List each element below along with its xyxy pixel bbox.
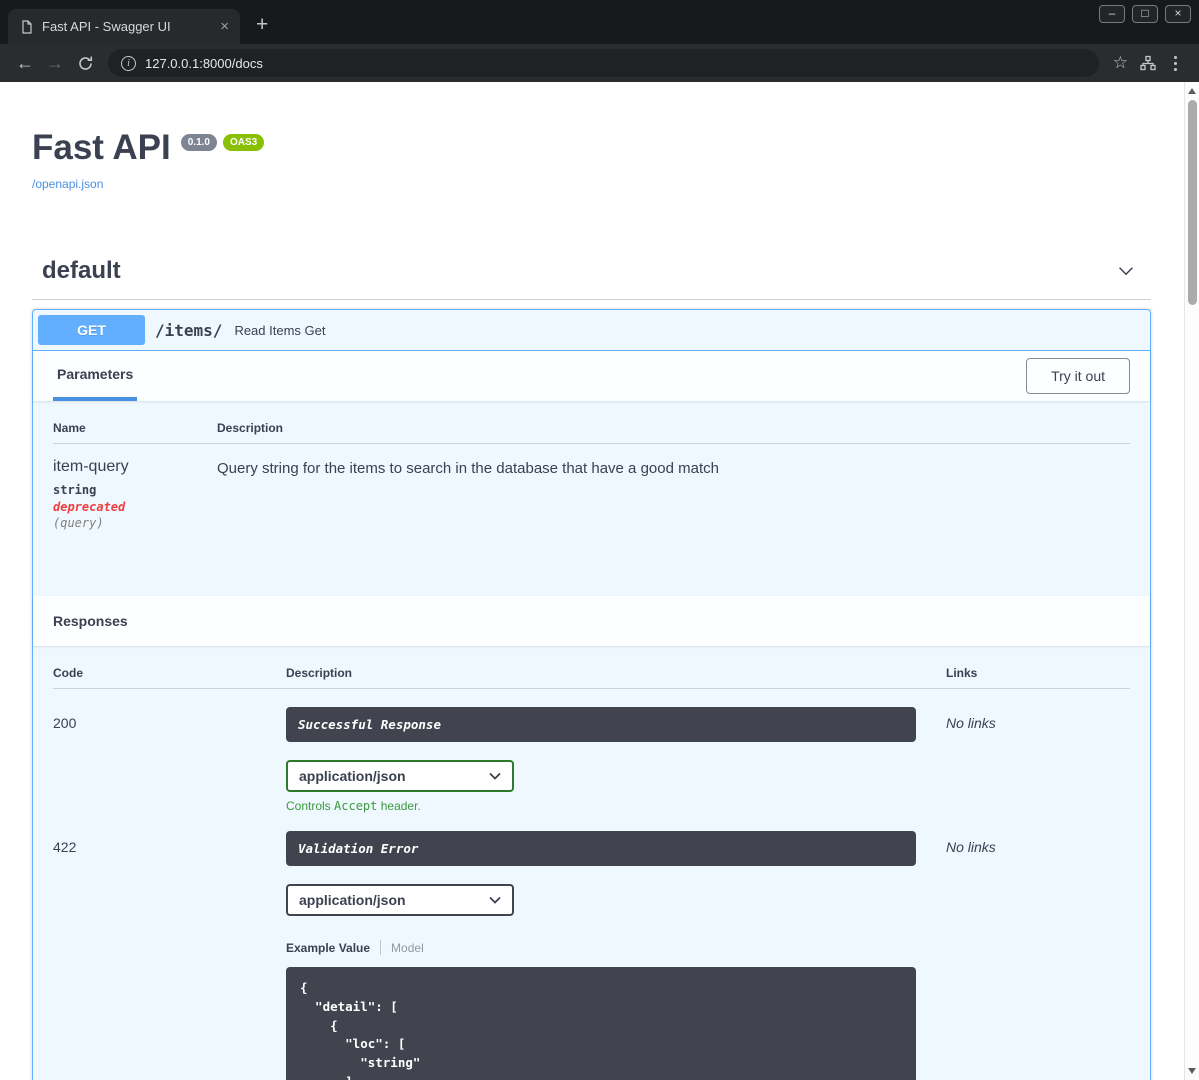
select-chevron-icon xyxy=(489,896,501,904)
page-content: Fast API 0.1.0 OAS3 /openapi.json defaul… xyxy=(0,82,1199,1080)
col-header-name: Name xyxy=(53,421,86,435)
response-description: Validation Error xyxy=(286,831,916,866)
try-it-out-button[interactable]: Try it out xyxy=(1026,358,1130,394)
parameter-name: item-query xyxy=(53,458,129,475)
accept-note-suffix: header. xyxy=(377,799,421,813)
response-code: 200 xyxy=(53,715,77,731)
response-description-cell: Successful Response application/json Con… xyxy=(286,707,946,813)
version-badge: 0.1.0 xyxy=(180,134,217,151)
api-title-text: Fast API xyxy=(32,128,171,167)
url-field[interactable]: i 127.0.0.1:8000/docs xyxy=(108,49,1099,77)
accept-header-note: Controls Accept header. xyxy=(286,799,946,813)
browser-menu-icon[interactable] xyxy=(1162,55,1189,71)
tab-model[interactable]: Model xyxy=(391,941,424,955)
media-type-select[interactable]: application/json xyxy=(286,884,514,916)
reload-icon[interactable] xyxy=(70,48,100,78)
scroll-up-arrow-icon[interactable] xyxy=(1188,88,1196,94)
operation-path: /items/ xyxy=(155,320,223,340)
parameter-meta: item-query string deprecated (query) xyxy=(53,458,217,530)
col-header-code: Code xyxy=(53,666,83,680)
response-row-422: 422 Validation Error application/json Ex… xyxy=(53,813,1130,1080)
info-section: Fast API 0.1.0 OAS3 /openapi.json xyxy=(32,128,1151,193)
maximize-button[interactable]: □ xyxy=(1132,5,1158,23)
openapi-spec-link[interactable]: /openapi.json xyxy=(32,177,103,191)
window-controls: – □ × xyxy=(1099,5,1191,23)
col-header-description: Description xyxy=(286,666,353,680)
page-document-icon xyxy=(20,19,34,34)
tab-parameters[interactable]: Parameters xyxy=(53,351,138,401)
accept-note-prefix: Controls xyxy=(286,799,335,813)
tab-close-icon[interactable]: × xyxy=(217,19,232,34)
response-code: 422 xyxy=(53,839,77,855)
accept-note-code: Accept xyxy=(334,799,378,813)
page-scrollbar[interactable] xyxy=(1184,82,1199,1080)
browser-chrome: Fast API - Swagger UI × + – □ × ← → i 12… xyxy=(0,0,1199,82)
media-type-select[interactable]: application/json xyxy=(286,760,514,792)
parameters-section-header: Parameters Try it out xyxy=(33,351,1150,401)
url-text: 127.0.0.1:8000/docs xyxy=(145,55,263,71)
response-links: No links xyxy=(946,715,996,731)
responses-table: Code Description Links 200 Successful Re… xyxy=(33,646,1150,1080)
response-row-200: 200 Successful Response application/json… xyxy=(53,689,1130,813)
close-window-button[interactable]: × xyxy=(1165,5,1191,23)
parameters-table-head: Name Description xyxy=(53,421,1130,444)
title-badges: 0.1.0 OAS3 xyxy=(180,134,265,151)
chevron-down-icon[interactable] xyxy=(1111,260,1141,282)
minimize-button[interactable]: – xyxy=(1099,5,1125,23)
extensions-icon[interactable] xyxy=(1134,55,1162,71)
http-method-badge[interactable]: GET xyxy=(38,315,145,345)
tab-divider xyxy=(380,940,382,955)
address-bar: ← → i 127.0.0.1:8000/docs ☆ xyxy=(0,44,1199,82)
operation-summary[interactable]: GET /items/ Read Items Get xyxy=(33,310,1150,351)
tab-example-value[interactable]: Example Value xyxy=(286,941,370,955)
tag-section-header[interactable]: default xyxy=(32,247,1151,300)
col-header-description: Description xyxy=(217,421,284,435)
responses-title: Responses xyxy=(53,613,128,629)
parameter-row: item-query string deprecated (query) Que… xyxy=(53,444,1130,530)
site-info-icon[interactable]: i xyxy=(121,55,136,71)
scrollbar-thumb[interactable] xyxy=(1187,100,1197,305)
operation-block-get-items: GET /items/ Read Items Get Parameters Tr… xyxy=(32,309,1151,1080)
responses-section-header: Responses xyxy=(33,596,1150,646)
parameter-description: Query string for the items to search in … xyxy=(217,460,719,477)
select-chevron-icon xyxy=(489,772,501,780)
parameter-deprecated-flag: deprecated xyxy=(53,500,126,514)
media-type-value: application/json xyxy=(299,892,406,908)
example-json-block: { "detail": [ { "loc": [ "string" ], "ms… xyxy=(286,967,916,1080)
operation-summary-text: Read Items Get xyxy=(234,322,326,338)
tab-title: Fast API - Swagger UI xyxy=(42,19,171,34)
tab-bar: Fast API - Swagger UI × + – □ × xyxy=(0,0,1199,44)
response-description-cell: Validation Error application/json Exampl… xyxy=(286,831,946,1080)
example-model-tabs: Example Value Model xyxy=(286,940,946,955)
responses-table-head: Code Description Links xyxy=(53,666,1130,689)
media-type-value: application/json xyxy=(299,768,406,784)
forward-icon[interactable]: → xyxy=(40,48,70,78)
tag-title: default xyxy=(42,257,121,284)
oas-badge: OAS3 xyxy=(223,134,265,151)
bookmark-star-icon[interactable]: ☆ xyxy=(1107,53,1134,73)
parameter-type: string xyxy=(53,483,97,497)
parameters-table: Name Description item-query string depre… xyxy=(33,401,1150,596)
scroll-down-arrow-icon[interactable] xyxy=(1188,1068,1196,1074)
response-description: Successful Response xyxy=(286,707,916,742)
response-links: No links xyxy=(946,839,996,855)
back-icon[interactable]: ← xyxy=(10,48,40,78)
new-tab-button[interactable]: + xyxy=(256,14,268,35)
swagger-ui: Fast API 0.1.0 OAS3 /openapi.json defaul… xyxy=(0,82,1199,1080)
col-header-links: Links xyxy=(946,666,978,680)
parameter-location: (query) xyxy=(53,516,104,530)
browser-tab[interactable]: Fast API - Swagger UI × xyxy=(8,9,240,44)
page-title: Fast API 0.1.0 OAS3 xyxy=(32,128,1151,168)
